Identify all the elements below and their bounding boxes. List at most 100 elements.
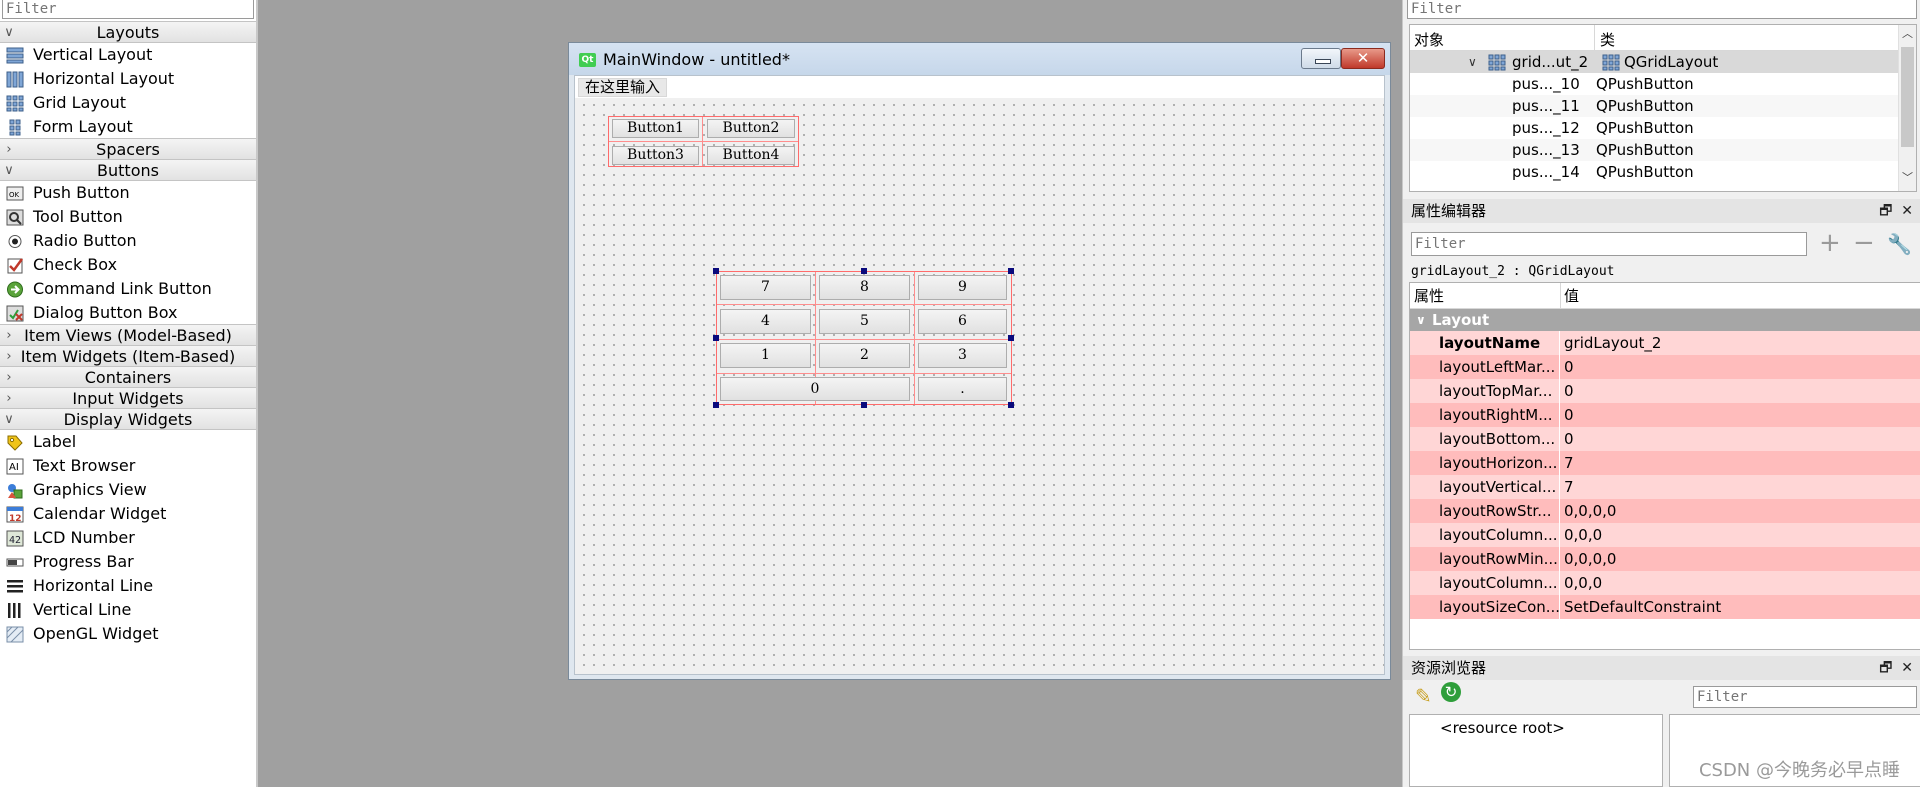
grid-layout-2[interactable]: 789 456 123 0 . [716, 271, 1012, 405]
key-4-button[interactable]: 4 [720, 309, 811, 334]
property-row[interactable]: layoutColumn... 0,0,0 [1410, 523, 1920, 547]
category-layouts[interactable]: ∨ Layouts [0, 21, 256, 43]
chevron-right-icon[interactable]: › [3, 325, 15, 346]
widget-item-vertical-layout[interactable]: Vertical Layout [0, 43, 256, 67]
category-input-widgets[interactable]: › Input Widgets [0, 387, 256, 409]
column-property-header[interactable]: 属性 [1414, 283, 1444, 309]
resize-handle[interactable] [713, 402, 719, 408]
column-value-header[interactable]: 值 [1564, 283, 1579, 309]
float-icon[interactable]: 🗗 [1879, 660, 1892, 676]
tree-row[interactable]: pus..._11 QPushButton [1410, 95, 1916, 117]
resource-browser-title-bar[interactable]: 资源浏览器 🗗 ✕ [1403, 656, 1920, 680]
chevron-down-icon[interactable]: ∨ [3, 409, 15, 430]
column-class-header[interactable]: 类 [1600, 29, 1615, 50]
property-row[interactable]: layoutRightM... 0 [1410, 403, 1920, 427]
resource-filter-input[interactable] [1693, 686, 1917, 708]
widget-item-dialog-button-box[interactable]: Dialog Button Box [0, 301, 256, 325]
tree-row[interactable]: pus..._13 QPushButton [1410, 139, 1916, 161]
category-buttons[interactable]: ∨ Buttons [0, 159, 256, 181]
property-row[interactable]: layoutHorizon... 7 [1410, 451, 1920, 475]
chevron-down-icon[interactable]: ∨ [3, 160, 15, 181]
float-icon[interactable]: 🗗 [1879, 203, 1892, 219]
close-dock-icon[interactable]: ✕ [1901, 660, 1913, 676]
property-value[interactable]: 0,0,0,0 [1560, 547, 1920, 571]
chevron-right-icon[interactable]: › [3, 367, 15, 388]
widget-item-check-box[interactable]: Check Box [0, 253, 256, 277]
resize-handle[interactable] [713, 268, 719, 274]
widget-item-tool-button[interactable]: Tool Button [0, 205, 256, 229]
property-row[interactable]: layoutSizeCon... SetDefaultConstraint [1410, 595, 1920, 619]
chevron-down-icon[interactable]: ∨ [3, 22, 15, 43]
property-value[interactable]: 7 [1560, 451, 1920, 475]
scroll-down-arrow-icon[interactable]: ﹀ [1902, 169, 1913, 185]
widget-item-progress-bar[interactable]: Progress Bar [0, 550, 256, 574]
add-dynamic-property-icon[interactable]: + [1819, 230, 1841, 256]
key-8-button[interactable]: 8 [819, 275, 910, 300]
property-value[interactable]: 0 [1560, 403, 1920, 427]
key-5-button[interactable]: 5 [819, 309, 910, 334]
category-item-views-model-based[interactable]: › Item Views (Model-Based) [0, 324, 256, 346]
main-window-form[interactable]: Qt MainWindow - untitled* 在这里输入 Button1 … [568, 42, 1391, 680]
minimize-button[interactable] [1301, 48, 1341, 69]
property-value[interactable]: 0 [1560, 427, 1920, 451]
widget-item-label[interactable]: Label [0, 430, 256, 454]
widget-item-form-layout[interactable]: Form Layout [0, 115, 256, 139]
property-value[interactable]: 0 [1560, 355, 1920, 379]
property-value[interactable]: SetDefaultConstraint [1560, 595, 1920, 619]
tree-row[interactable]: pus..._12 QPushButton [1410, 117, 1916, 139]
window-title-bar[interactable]: Qt MainWindow - untitled* [569, 43, 1390, 75]
key-dot-button[interactable]: . [918, 377, 1007, 401]
category-containers[interactable]: › Containers [0, 366, 256, 388]
property-row[interactable]: layoutRowMin... 0,0,0,0 [1410, 547, 1920, 571]
widget-item-vertical-line[interactable]: Vertical Line [0, 598, 256, 622]
widget-item-horizontal-layout[interactable]: Horizontal Layout [0, 67, 256, 91]
widget-item-text-browser[interactable]: AI Text Browser [0, 454, 256, 478]
object-inspector-tree[interactable]: 对象 类 ∨ grid...ut_2 QGridLayout pus..._10 QPu… [1409, 24, 1917, 192]
resource-root-item[interactable]: <resource root> [1440, 719, 1565, 737]
property-row[interactable]: layoutName gridLayout_2 [1410, 331, 1920, 355]
scroll-up-arrow-icon[interactable]: ︿ [1902, 25, 1913, 41]
property-value[interactable]: 0,0,0,0 [1560, 499, 1920, 523]
chevron-right-icon[interactable]: › [3, 139, 15, 160]
chevron-down-icon[interactable]: ∨ [1416, 309, 1426, 331]
key-9-button[interactable]: 9 [918, 275, 1007, 300]
property-editor-title-bar[interactable]: 属性编辑器 🗗 ✕ [1403, 199, 1920, 223]
property-group-layout[interactable]: ∨ Layout [1410, 309, 1920, 331]
property-row[interactable]: layoutRowStr... 0,0,0,0 [1410, 499, 1920, 523]
property-row[interactable]: layoutVertical... 7 [1410, 475, 1920, 499]
resource-tree[interactable]: <resource root> [1409, 714, 1663, 787]
central-widget[interactable]: 在这里输入 Button1 Button2 Button3 Button4 78… [574, 75, 1385, 675]
property-row[interactable]: layoutColumn... 0,0,0 [1410, 571, 1920, 595]
resize-handle[interactable] [1008, 335, 1014, 341]
widget-item-command-link-button[interactable]: Command Link Button [0, 277, 256, 301]
edit-resources-pencil-icon[interactable]: ✎ [1415, 684, 1432, 708]
widget-item-radio-button[interactable]: Radio Button [0, 229, 256, 253]
chevron-down-icon[interactable]: ∨ [1468, 51, 1477, 73]
reload-icon[interactable]: ↻ [1441, 682, 1461, 702]
resize-handle[interactable] [1008, 402, 1014, 408]
widget-item-calendar-widget[interactable]: 12 Calendar Widget [0, 502, 256, 526]
widget-item-horizontal-line[interactable]: Horizontal Line [0, 574, 256, 598]
key-6-button[interactable]: 6 [918, 309, 1007, 334]
property-table[interactable]: 属性 值 ∨ Layout layoutName gridLayout_2layo… [1409, 282, 1920, 650]
resize-handle[interactable] [713, 335, 719, 341]
key-7-button[interactable]: 7 [720, 275, 811, 300]
menu-type-here-entry[interactable]: 在这里输入 [578, 78, 668, 97]
category-spacers[interactable]: › Spacers [0, 138, 256, 160]
button1[interactable]: Button1 [612, 119, 699, 138]
button4[interactable]: Button4 [707, 146, 795, 165]
property-value[interactable]: 0,0,0 [1560, 571, 1920, 595]
property-row[interactable]: layoutTopMar... 0 [1410, 379, 1920, 403]
widget-item-grid-layout[interactable]: Grid Layout [0, 91, 256, 115]
key-2-button[interactable]: 2 [819, 343, 910, 368]
key-1-button[interactable]: 1 [720, 343, 811, 368]
close-button[interactable] [1341, 48, 1385, 69]
remove-property-icon[interactable]: − [1853, 230, 1875, 256]
key-3-button[interactable]: 3 [918, 343, 1007, 368]
widget-item-push-button[interactable]: OK Push Button [0, 181, 256, 205]
button2[interactable]: Button2 [707, 119, 795, 138]
widget-filter-input[interactable] [2, 0, 254, 19]
property-value[interactable]: gridLayout_2 [1560, 331, 1920, 355]
property-value[interactable]: 0,0,0 [1560, 523, 1920, 547]
category-display-widgets[interactable]: ∨ Display Widgets [0, 408, 256, 430]
